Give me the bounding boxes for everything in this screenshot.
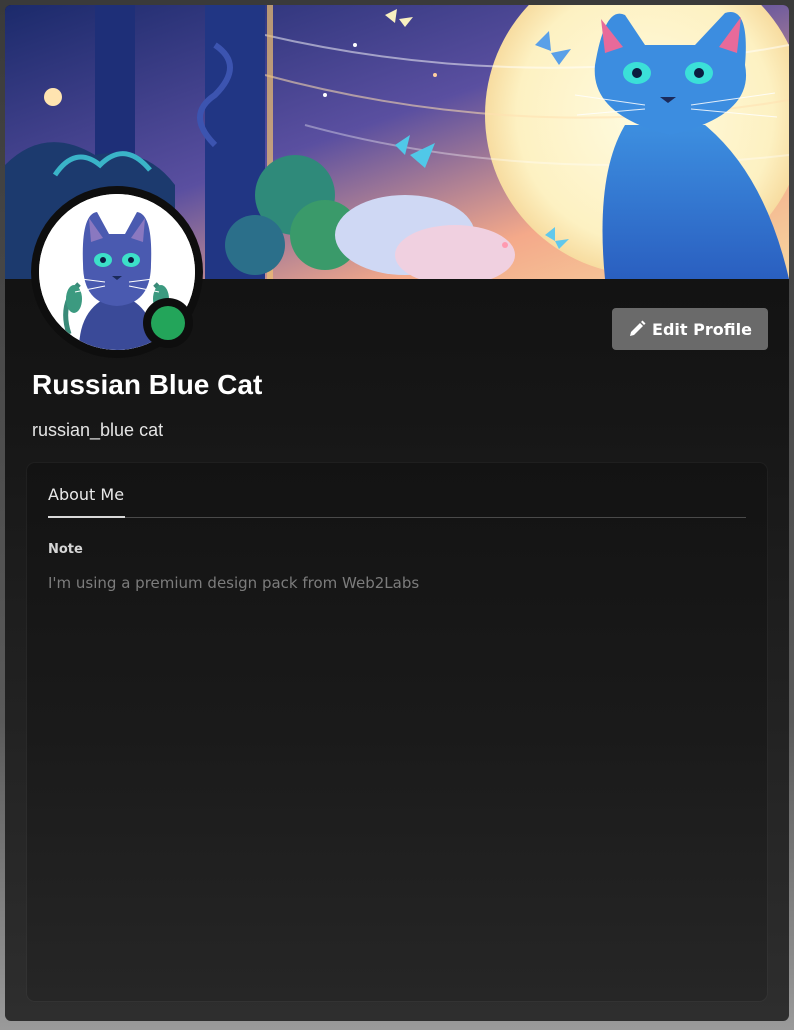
display-name: Russian Blue Cat: [32, 369, 263, 400]
tab-bar: About Me: [48, 463, 746, 518]
window-frame: Edit Profile Russian Blue Cat russian_bl…: [0, 0, 794, 1030]
about-panel: About Me Note I'm using a premium design…: [27, 463, 767, 1001]
edit-profile-label: Edit Profile: [652, 319, 752, 339]
note-heading: Note: [48, 542, 83, 557]
status-indicator: [143, 298, 193, 348]
pencil-icon: [630, 320, 646, 336]
online-status-icon: [151, 306, 185, 340]
avatar[interactable]: [31, 186, 203, 358]
note-text: I'm using a premium design pack from Web…: [48, 574, 420, 592]
profile-card: Edit Profile Russian Blue Cat russian_bl…: [5, 5, 789, 1021]
edit-profile-button[interactable]: Edit Profile: [612, 308, 768, 350]
username: russian_blue cat: [32, 420, 164, 440]
tab-about-me[interactable]: About Me: [48, 485, 126, 518]
